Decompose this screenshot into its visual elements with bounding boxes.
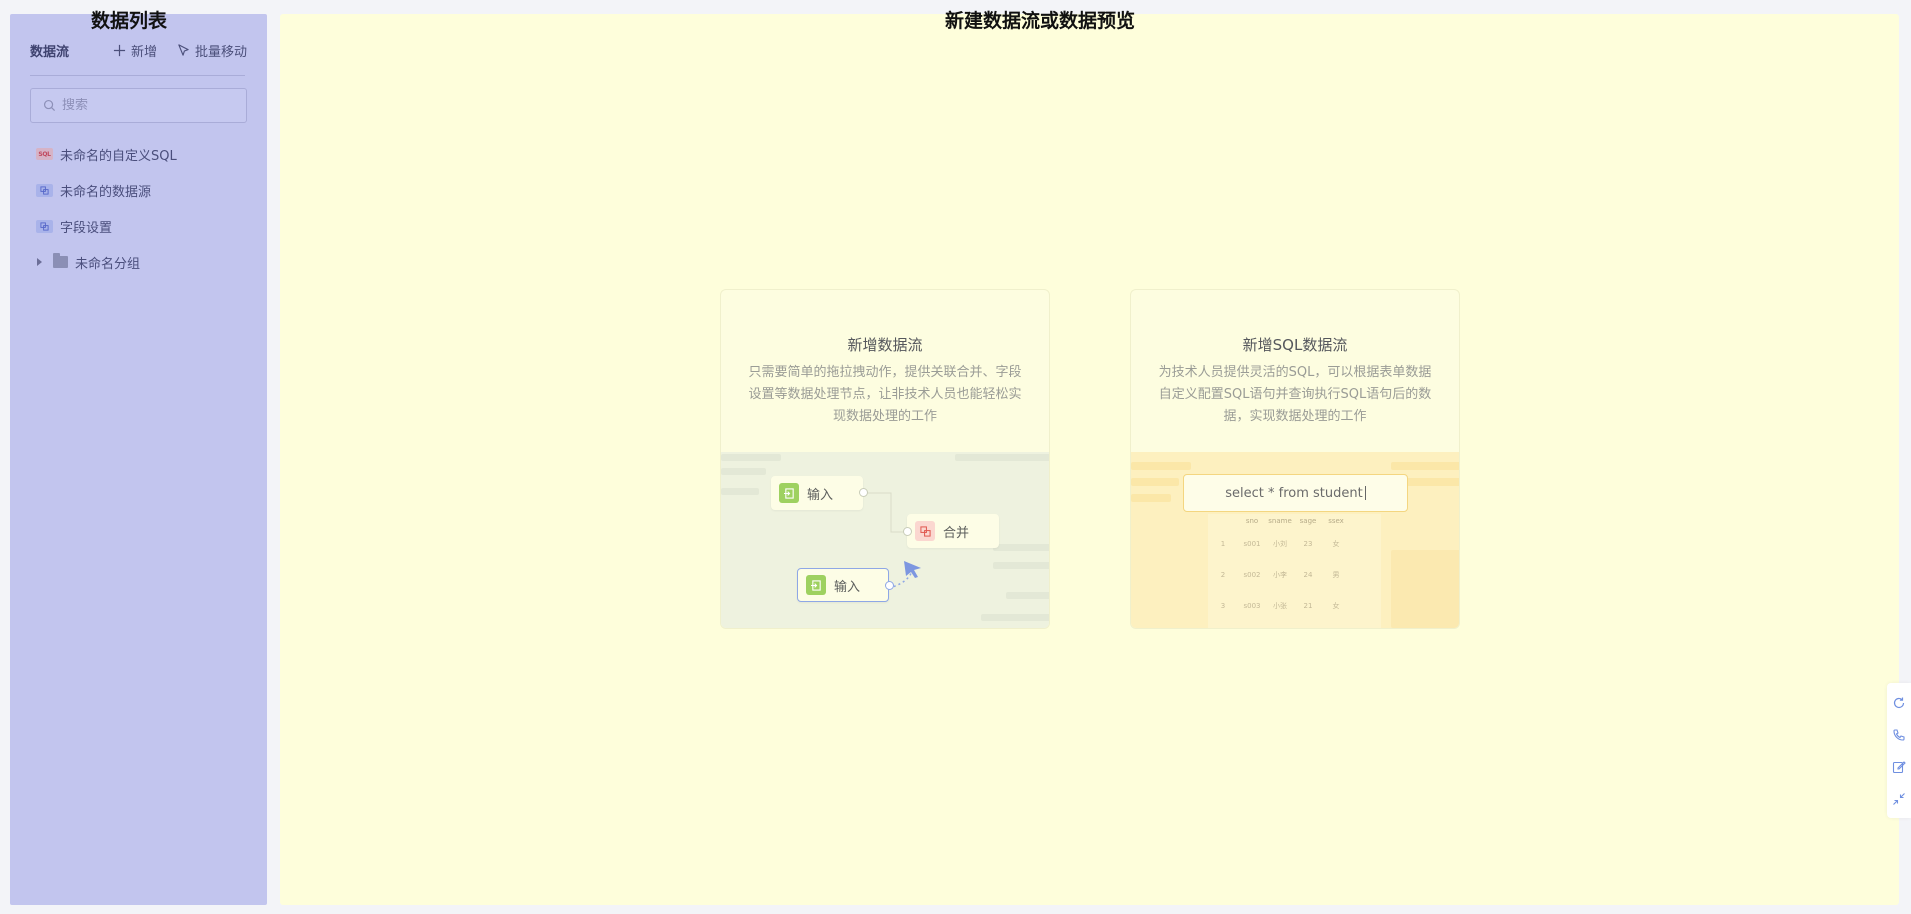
decor-block bbox=[1391, 550, 1459, 628]
tree-item-custom-sql[interactable]: SQL 未命名的自定义SQL bbox=[30, 136, 257, 172]
node-label: 输入 bbox=[807, 487, 834, 503]
table-cell: 女 bbox=[1332, 539, 1340, 548]
table-cell: 小李 bbox=[1273, 570, 1287, 579]
tree-group-label: 未命名分组 bbox=[75, 256, 141, 272]
sql-illustration: sno sname sage ssex 1 s001 小刘 23 女 2 s00… bbox=[1131, 452, 1459, 628]
sql-text: select * from student bbox=[1225, 485, 1363, 501]
new-sql-dataflow-card[interactable]: 新增SQL数据流 为技术人员提供灵活的SQL，可以根据表单数据自定义配置SQL语… bbox=[1130, 289, 1460, 629]
caret-right-icon[interactable] bbox=[37, 258, 42, 266]
dataflow-label: 数据流 bbox=[30, 44, 70, 60]
decor-bar bbox=[1131, 462, 1191, 470]
search-icon bbox=[43, 99, 56, 112]
node-port bbox=[885, 581, 894, 590]
text-cursor bbox=[1364, 486, 1366, 500]
app-root: 数据列表 新建数据流或数据预览 数据流 新增 批量移动 SQL bbox=[0, 0, 1911, 914]
node-merge: 合并 bbox=[907, 514, 999, 548]
table-cell: 小张 bbox=[1273, 601, 1287, 610]
sql-editor-preview: select * from student bbox=[1183, 474, 1408, 512]
table-cell: s001 bbox=[1243, 539, 1261, 548]
table-cell: 小刘 bbox=[1273, 539, 1287, 548]
node-label: 输入 bbox=[834, 579, 861, 595]
table-cell: s002 bbox=[1243, 570, 1261, 579]
node-label: 合并 bbox=[943, 525, 970, 541]
table-header-row: sno sname sage ssex bbox=[1208, 514, 1381, 528]
sidebar: 数据流 新增 批量移动 SQL 未命名的自定义SQL bbox=[10, 14, 267, 905]
tree-item-label: 未命名的数据源 bbox=[60, 184, 152, 200]
decor-bar bbox=[1391, 462, 1459, 470]
table-header-cell: sno bbox=[1245, 517, 1259, 525]
add-button[interactable]: 新增 bbox=[113, 41, 157, 60]
table-cell: 3 bbox=[1220, 601, 1226, 610]
floating-toolbar bbox=[1887, 683, 1911, 818]
dataflow-illustration: 输入 合并 输入 bbox=[721, 452, 1049, 628]
edit-icon[interactable] bbox=[1892, 759, 1906, 774]
batch-move-label: 批量移动 bbox=[194, 44, 247, 60]
refresh-icon[interactable] bbox=[1892, 695, 1906, 709]
merge-node-icon bbox=[915, 521, 935, 541]
table-cell: s003 bbox=[1243, 601, 1261, 610]
new-dataflow-card[interactable]: 新增数据流 只需要简单的拖拉拽动作，提供关联合并、字段设置等数据处理节点，让非技… bbox=[720, 289, 1050, 629]
search-input[interactable] bbox=[62, 98, 232, 113]
tree-item-datasource[interactable]: 未命名的数据源 bbox=[30, 172, 257, 208]
card-title: 新增数据流 bbox=[847, 336, 923, 354]
table-cell: 女 bbox=[1332, 601, 1340, 610]
table-row: 1 s001 小刘 23 女 bbox=[1208, 528, 1381, 559]
sidebar-divider bbox=[30, 75, 245, 76]
node-input-2: 输入 bbox=[797, 568, 889, 602]
table-cell: 男 bbox=[1332, 570, 1340, 579]
drag-arrow-icon bbox=[904, 561, 921, 578]
table-header-cell: ssex bbox=[1328, 517, 1344, 525]
tree-item-label: 未命名的自定义SQL bbox=[60, 148, 177, 164]
folder-icon bbox=[53, 253, 68, 268]
tree-group-unnamed[interactable]: 未命名分组 bbox=[30, 244, 257, 280]
decor-bar bbox=[1131, 494, 1171, 502]
node-port bbox=[859, 488, 868, 497]
add-label: 新增 bbox=[130, 44, 157, 60]
node-input-1: 输入 bbox=[771, 476, 863, 510]
table-cell: 23 bbox=[1303, 539, 1313, 548]
table-header-cell: sname bbox=[1268, 517, 1292, 525]
phone-icon[interactable] bbox=[1892, 727, 1906, 741]
search-box bbox=[30, 88, 247, 123]
input-node-icon bbox=[779, 483, 799, 503]
table-row: 2 s002 小李 24 男 bbox=[1208, 559, 1381, 590]
datasource-icon bbox=[36, 219, 53, 233]
card-title: 新增SQL数据流 bbox=[1242, 336, 1348, 354]
table-cell: 2 bbox=[1220, 570, 1226, 579]
batch-move-button[interactable]: 批量移动 bbox=[177, 41, 247, 60]
sidebar-header: 数据流 新增 批量移动 bbox=[30, 38, 247, 62]
tree-item-label: 字段设置 bbox=[60, 220, 113, 236]
dataflow-tree: SQL 未命名的自定义SQL 未命名的数据源 字段设置 未命名分组 bbox=[30, 136, 257, 280]
main-area-heading: 新建数据流或数据预览 bbox=[945, 10, 1136, 32]
main-area: 新增数据流 只需要简单的拖拉拽动作，提供关联合并、字段设置等数据处理节点，让非技… bbox=[280, 14, 1899, 905]
card-description: 为技术人员提供灵活的SQL，可以根据表单数据自定义配置SQL语句并查询执行SQL… bbox=[1158, 365, 1432, 424]
table-cell: 1 bbox=[1220, 539, 1226, 548]
sidebar-actions: 新增 批量移动 bbox=[113, 41, 247, 60]
table-header-cell: sage bbox=[1299, 517, 1317, 525]
datasource-icon bbox=[36, 183, 53, 197]
decor-bar bbox=[1131, 478, 1179, 486]
table-cell: 21 bbox=[1303, 601, 1313, 610]
node-port bbox=[903, 527, 912, 536]
collapse-icon[interactable] bbox=[1892, 791, 1906, 805]
plus-icon bbox=[113, 44, 126, 56]
card-description: 只需要简单的拖拉拽动作，提供关联合并、字段设置等数据处理节点，让非技术人员也能轻… bbox=[748, 365, 1022, 424]
sql-result-table: sno sname sage ssex 1 s001 小刘 23 女 2 s00… bbox=[1208, 514, 1381, 628]
table-row: 3 s003 小张 21 女 bbox=[1208, 590, 1381, 621]
cursor-pointer-icon bbox=[178, 43, 189, 56]
data-list-heading: 数据列表 bbox=[91, 10, 168, 32]
input-node-icon bbox=[806, 575, 826, 595]
table-cell: 24 bbox=[1303, 570, 1313, 579]
tree-item-field-settings[interactable]: 字段设置 bbox=[30, 208, 257, 244]
sql-icon: SQL bbox=[36, 148, 53, 160]
